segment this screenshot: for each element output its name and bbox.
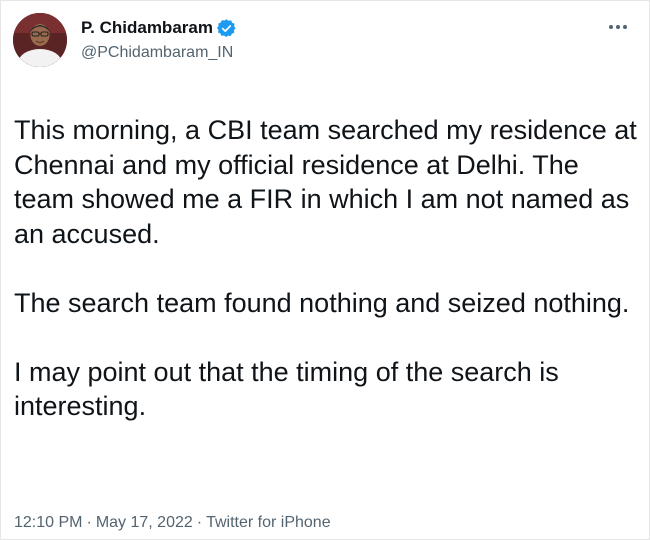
tweet-metadata: 12:10 PM · May 17, 2022 · Twitter for iPhone xyxy=(14,514,331,532)
tweet-text: This morning, a CBI team searched my res… xyxy=(14,113,639,424)
avatar[interactable] xyxy=(13,13,67,67)
separator: · xyxy=(86,514,92,531)
tweet-time[interactable]: 12:10 PM xyxy=(14,514,82,531)
display-name[interactable]: P. Chidambaram xyxy=(81,18,213,38)
author-block: P. Chidambaram @PChidambaram_IN xyxy=(81,16,501,62)
more-horizontal-icon[interactable] xyxy=(605,17,631,37)
tweet-card: P. Chidambaram @PChidambaram_IN This mor… xyxy=(0,0,650,540)
separator: · xyxy=(196,514,203,531)
tweet-source[interactable]: Twitter for iPhone xyxy=(206,514,331,531)
handle[interactable]: @PChidambaram_IN xyxy=(81,44,501,62)
tweet-header: P. Chidambaram @PChidambaram_IN xyxy=(13,13,637,87)
verified-badge-icon xyxy=(216,18,236,38)
tweet-paragraph: This morning, a CBI team searched my res… xyxy=(14,115,637,249)
tweet-paragraph: The search team found nothing and seized… xyxy=(14,287,630,318)
tweet-date[interactable]: May 17, 2022 xyxy=(96,514,193,531)
tweet-paragraph: I may point out that the timing of the s… xyxy=(14,356,559,422)
name-row: P. Chidambaram xyxy=(81,16,501,40)
